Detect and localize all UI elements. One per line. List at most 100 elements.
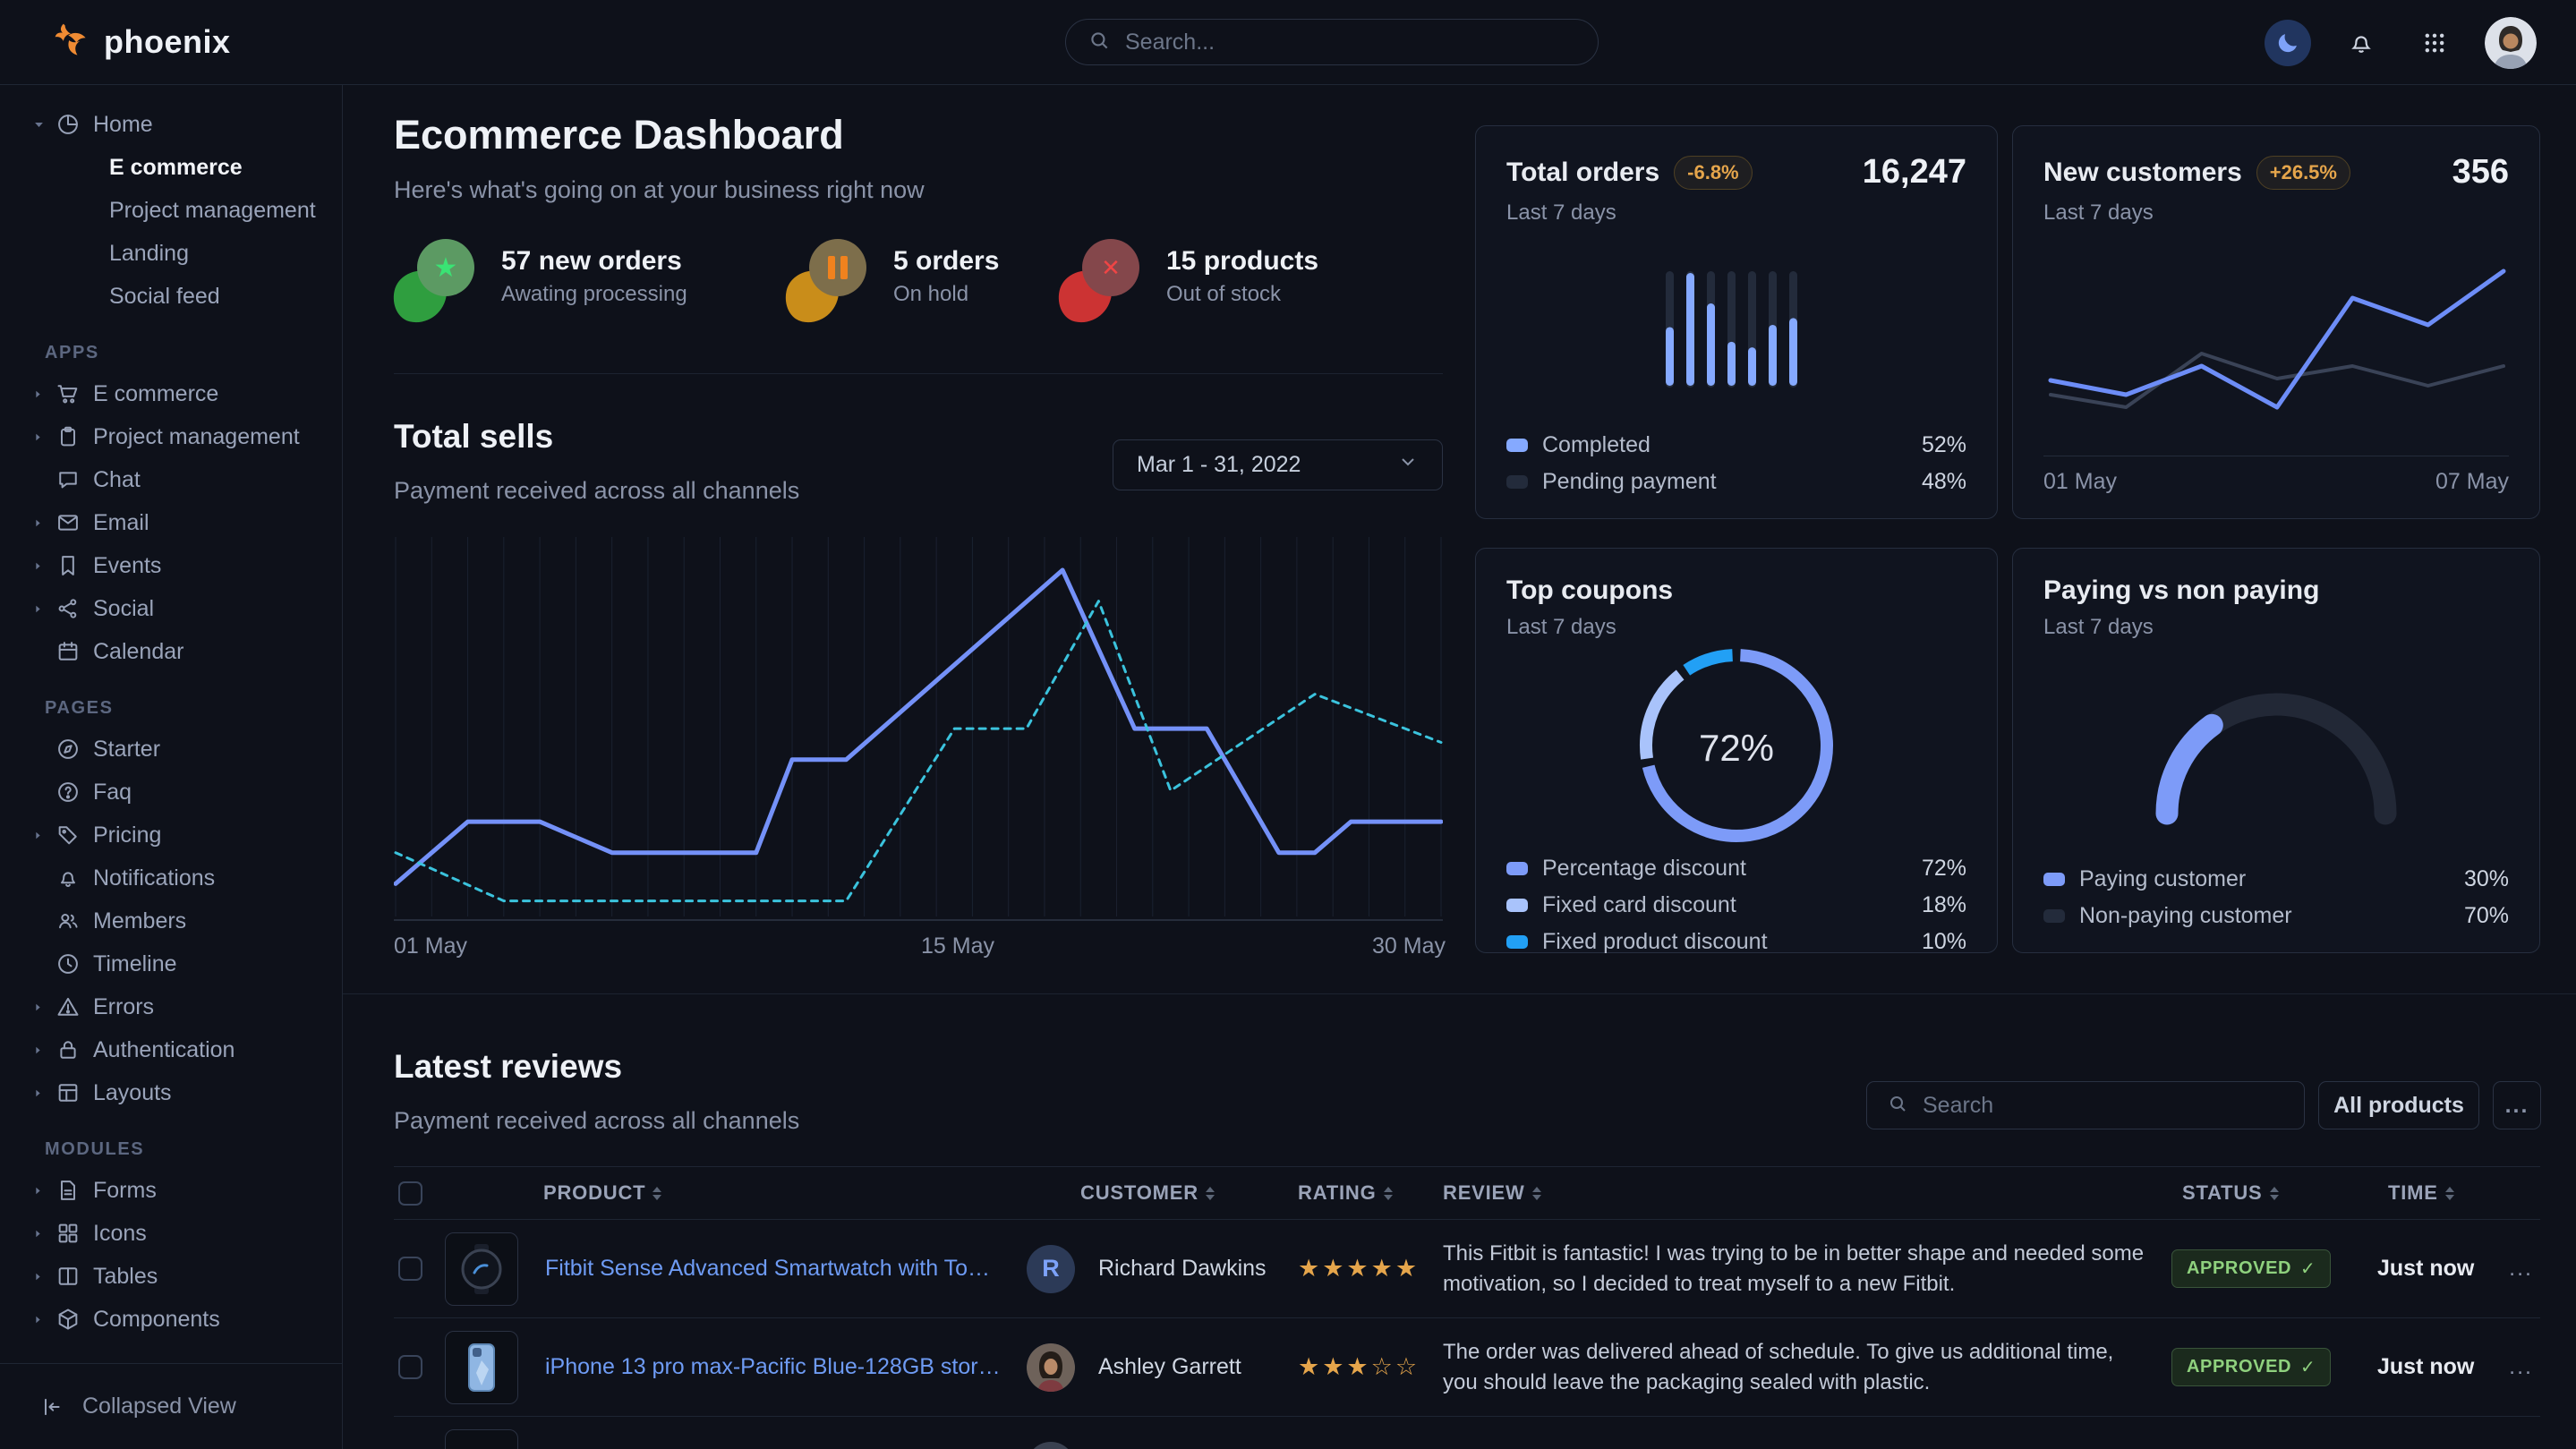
review-row-1: Fitbit Sense Advanced Smartwatch with To… [394, 1220, 2540, 1318]
column-header-status[interactable]: STATUS [2171, 1181, 2377, 1205]
brand-name: phoenix [104, 23, 231, 61]
sidebar-item-email[interactable]: Email [0, 501, 342, 544]
sidebar-item-faq[interactable]: Faq [0, 771, 342, 814]
sidebar-item-e-commerce[interactable]: E commerce [0, 372, 342, 415]
column-label: CUSTOMER [1080, 1181, 1198, 1205]
all-products-button[interactable]: All products [2318, 1081, 2479, 1129]
reviews-search-input[interactable] [1923, 1093, 2284, 1119]
share-icon [55, 596, 93, 621]
reviews-table: PRODUCT CUSTOMER RATINGREVIEWSTATUSTIME Fit… [394, 1166, 2540, 1449]
row-checkbox[interactable] [398, 1355, 422, 1379]
total-sells-title: Total sells [394, 418, 553, 456]
sidebar-item-members[interactable]: Members [0, 899, 342, 942]
file-icon [55, 1178, 93, 1203]
column-header-product[interactable]: PRODUCT [445, 1181, 1027, 1205]
theme-toggle-moon-icon[interactable] [2265, 20, 2311, 66]
caret-right-icon [32, 1185, 55, 1197]
status-cell: APPROVED ✓ [2171, 1348, 2377, 1386]
sidebar-item-timeline[interactable]: Timeline [0, 942, 342, 985]
sidebar-subitem-landing[interactable]: Landing [0, 232, 342, 275]
sidebar-item-home[interactable]: Home [0, 103, 342, 146]
clock-icon [55, 951, 93, 976]
sidebar-item-starter[interactable]: Starter [0, 728, 342, 771]
date-range-value: Mar 1 - 31, 2022 [1137, 452, 1301, 478]
sort-icon [1532, 1187, 1541, 1200]
row-more-button[interactable]: ... [2491, 1354, 2540, 1380]
compass-icon [55, 737, 93, 762]
lock-icon [55, 1037, 93, 1062]
x-axis-label: 01 May [394, 933, 467, 959]
users-icon [55, 908, 93, 933]
product-link[interactable]: iPhone 13 pro max-Pacific Blue-128GB sto… [545, 1354, 1002, 1380]
row-more-button[interactable]: ... [2491, 1256, 2540, 1282]
sidebar-nav: HomeE commerceProject managementLandingS… [0, 85, 343, 1449]
legend-swatch [1506, 899, 1528, 912]
orders-legend: Completed52%Pending payment48% [1506, 432, 1966, 495]
column-header-rating[interactable]: RATING [1298, 1181, 1443, 1205]
legend-swatch [2043, 909, 2065, 923]
sidebar-item-project-management[interactable]: Project management [0, 415, 342, 458]
sidebar-subitem-e-commerce[interactable]: E commerce [0, 146, 342, 189]
x-axis-label: 01 May [2043, 469, 2117, 495]
help-icon [55, 780, 93, 805]
paying-card: Paying vs non paying Last 7 days Paying … [2012, 548, 2540, 953]
sidebar-item-chat[interactable]: Chat [0, 458, 342, 501]
collapsed-view-toggle[interactable]: Collapsed View [0, 1363, 342, 1449]
search-icon [1088, 29, 1111, 56]
sidebar-item-forms[interactable]: Forms [0, 1169, 342, 1212]
row-checkbox[interactable] [398, 1257, 422, 1281]
legend-swatch [1506, 475, 1528, 489]
search-icon [1887, 1093, 1908, 1119]
caret-right-icon [32, 603, 55, 615]
new-customers-card: New customers +26.5% 356 Last 7 days 01 … [2012, 125, 2540, 519]
sidebar-item-events[interactable]: Events [0, 544, 342, 587]
sidebar-item-calendar[interactable]: Calendar [0, 630, 342, 673]
caret-right-icon [32, 1002, 55, 1013]
reviews-title: Latest reviews [394, 1048, 622, 1086]
chat-icon [55, 467, 93, 492]
product-link[interactable]: Fitbit Sense Advanced Smartwatch with To… [545, 1256, 1002, 1282]
column-header-time[interactable]: TIME [2377, 1181, 2491, 1205]
orders-legend-item: Pending payment48% [1506, 469, 1966, 495]
sidebar-item-authentication[interactable]: Authentication [0, 1028, 342, 1071]
legend-value: 52% [1922, 432, 1966, 458]
page-title: Ecommerce Dashboard [394, 112, 844, 158]
customer-name: Richard Dawkins [1098, 1256, 1267, 1282]
pause-icon [786, 239, 870, 323]
sidebar-item-components[interactable]: Components [0, 1298, 342, 1341]
brand-logo[interactable]: phoenix [52, 21, 231, 64]
rating-stars: ★★★★★ [1298, 1255, 1443, 1283]
sidebar-item-social[interactable]: Social [0, 587, 342, 630]
sidebar-item-notifications[interactable]: Notifications [0, 857, 342, 899]
navbar-actions [2265, 0, 2537, 85]
card-period: Last 7 days [2043, 200, 2509, 226]
date-range-select[interactable]: Mar 1 - 31, 2022 [1113, 439, 1443, 490]
more-options-button[interactable]: ... [2493, 1081, 2541, 1129]
global-search[interactable] [1065, 19, 1599, 65]
paying-legend: Paying customer30%Non-paying customer70% [2043, 866, 2509, 929]
sidebar-subitem-project-management[interactable]: Project management [0, 189, 342, 232]
sidebar-item-icons[interactable]: Icons [0, 1212, 342, 1255]
sidebar-item-errors[interactable]: Errors [0, 985, 342, 1028]
column-header-review[interactable]: REVIEW [1443, 1181, 2171, 1205]
sidebar-item-pricing[interactable]: Pricing [0, 814, 342, 857]
page-subtitle: Here's what's going on at your business … [394, 176, 925, 204]
orders-bar-chart [1660, 267, 1813, 392]
search-input[interactable] [1125, 30, 1576, 55]
legend-swatch [1506, 862, 1528, 875]
select-all-checkbox[interactable] [398, 1181, 422, 1206]
apps-grid-icon[interactable] [2411, 20, 2458, 66]
reviews-table-header: PRODUCT CUSTOMER RATINGREVIEWSTATUSTIME [394, 1166, 2540, 1220]
notifications-bell-icon[interactable] [2338, 20, 2384, 66]
column-label: PRODUCT [543, 1181, 645, 1205]
status-badge: APPROVED ✓ [2171, 1249, 2331, 1288]
column-header-customer[interactable]: CUSTOMER [1027, 1181, 1298, 1205]
sidebar-subitem-social-feed[interactable]: Social feed [0, 275, 342, 318]
sidebar-item-layouts[interactable]: Layouts [0, 1071, 342, 1114]
user-avatar[interactable] [2485, 17, 2537, 69]
caret-right-icon [32, 1271, 55, 1283]
legend-value: 70% [2464, 903, 2509, 929]
reviews-search[interactable] [1866, 1081, 2305, 1129]
sidebar-item-tables[interactable]: Tables [0, 1255, 342, 1298]
check-icon: ✓ [2300, 1257, 2316, 1280]
